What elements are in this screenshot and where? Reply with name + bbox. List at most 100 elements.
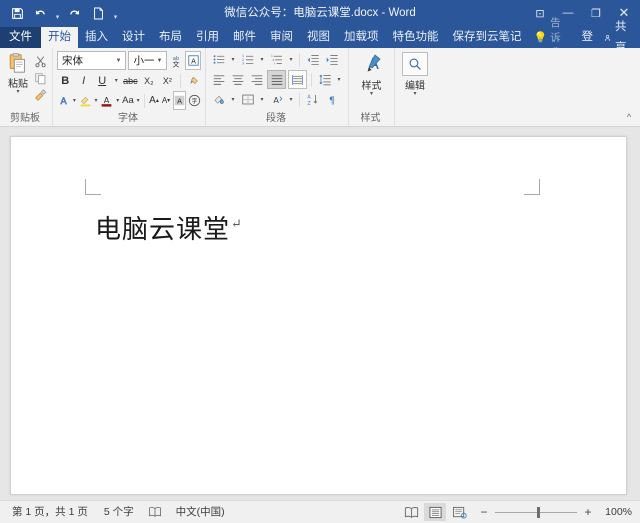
borders-dropdown-icon[interactable]: ▾ <box>258 91 266 108</box>
subscript-button[interactable]: X₂ <box>141 72 157 89</box>
zoom-level-label[interactable]: 100% <box>599 506 632 518</box>
paste-dropdown-icon[interactable]: ▾ <box>16 90 19 95</box>
styles-dropdown-icon[interactable]: ▾ <box>370 92 373 97</box>
tab-insert[interactable]: 插入 <box>78 27 115 48</box>
text-effects-icon[interactable]: A <box>57 92 70 109</box>
multilevel-list-icon[interactable]: 1ai <box>268 51 285 68</box>
change-case-button[interactable]: Aa <box>122 92 134 109</box>
word-count[interactable]: 5 个字 <box>96 502 142 522</box>
tab-review[interactable]: 审阅 <box>263 27 300 48</box>
tab-view[interactable]: 视图 <box>300 27 337 48</box>
phonetic-guide-icon[interactable]: ab文 <box>169 52 183 69</box>
language-indicator[interactable]: 中文(中国) <box>168 502 233 522</box>
tab-design[interactable]: 设计 <box>115 27 152 48</box>
new-document-icon[interactable] <box>87 3 109 23</box>
proofing-icon[interactable] <box>142 506 168 518</box>
paragraph-separator-2 <box>311 73 312 87</box>
tab-mailings[interactable]: 邮件 <box>226 27 263 48</box>
multilevel-list-dropdown-icon[interactable]: ▾ <box>287 51 295 68</box>
zoom-in-button[interactable]: + <box>582 506 594 518</box>
paste-button[interactable]: 粘贴 ▾ <box>4 51 32 103</box>
zoom-slider-thumb[interactable] <box>537 507 540 518</box>
view-print-layout-button[interactable] <box>424 503 446 521</box>
line-spacing-dropdown-icon[interactable]: ▾ <box>335 71 343 88</box>
sort-icon[interactable]: AZ <box>304 91 321 108</box>
asian-layout-dropdown-icon[interactable]: ▾ <box>287 91 295 108</box>
tab-layout[interactable]: 布局 <box>152 27 189 48</box>
paragraph-row-2: ▾ <box>210 70 344 89</box>
format-painter-icon[interactable] <box>32 87 48 103</box>
share-button[interactable]: 共享 <box>600 27 637 48</box>
line-spacing-icon[interactable] <box>316 71 333 88</box>
change-case-dropdown-icon[interactable]: ▾ <box>136 92 141 109</box>
shading-dropdown-icon[interactable]: ▾ <box>229 91 237 108</box>
grow-font-button[interactable]: A▴ <box>149 92 159 109</box>
superscript-button[interactable]: X² <box>159 72 175 89</box>
redo-icon[interactable] <box>64 3 86 23</box>
editing-dropdown-icon[interactable]: ▾ <box>413 92 416 97</box>
text-effects-dropdown-icon[interactable]: ▾ <box>72 92 77 109</box>
tab-references[interactable]: 引用 <box>189 27 226 48</box>
character-border-icon[interactable]: A <box>185 51 201 70</box>
tab-features[interactable]: 特色功能 <box>386 27 446 48</box>
increase-indent-icon[interactable] <box>323 51 340 68</box>
svg-text:i: i <box>274 61 275 65</box>
maximize-button[interactable]: ❐ <box>582 1 610 25</box>
quick-access-toolbar: ▾ ▾ <box>0 1 121 25</box>
tab-file[interactable]: 文件 <box>0 27 41 48</box>
page-indicator[interactable]: 第 1 页，共 1 页 <box>4 502 96 522</box>
shrink-font-button[interactable]: A▾ <box>161 92 171 109</box>
font-size-combo[interactable]: 小一 ▼ <box>128 51 167 70</box>
tab-save-to-cloud-note[interactable]: 保存到云笔记 <box>446 27 529 48</box>
font-color-icon[interactable]: A <box>100 92 113 109</box>
font-name-combo[interactable]: 宋体 ▼ <box>57 51 126 70</box>
tab-home[interactable]: 开始 <box>41 27 78 48</box>
justify-icon[interactable] <box>267 70 286 89</box>
document-text[interactable]: 电脑云课堂↵ <box>95 209 243 246</box>
align-center-icon[interactable] <box>229 71 246 88</box>
editing-button[interactable]: 编辑 ▾ <box>399 51 431 97</box>
collapse-ribbon-icon[interactable]: ^ <box>622 110 636 124</box>
clear-formatting-icon[interactable]: A <box>185 72 201 89</box>
undo-dropdown-icon[interactable]: ▾ <box>52 1 63 25</box>
view-web-layout-button[interactable] <box>448 503 470 521</box>
italic-button[interactable]: I <box>75 72 91 89</box>
highlight-dropdown-icon[interactable]: ▾ <box>94 92 99 109</box>
bold-button[interactable]: B <box>57 72 73 89</box>
distribute-icon[interactable] <box>288 70 307 89</box>
strikethrough-button[interactable]: abc <box>122 72 138 89</box>
sign-in-button[interactable]: 登录 <box>574 27 600 48</box>
borders-icon[interactable] <box>239 91 256 108</box>
zoom-slider[interactable] <box>495 512 577 513</box>
font-color-dropdown-icon[interactable]: ▾ <box>115 92 120 109</box>
align-left-icon[interactable] <box>210 71 227 88</box>
save-icon[interactable] <box>6 3 28 23</box>
font-row-2: B I U ▾ abc X₂ X² A <box>57 72 201 89</box>
enclose-characters-icon[interactable]: 字 <box>188 92 201 109</box>
document-page[interactable]: 电脑云课堂↵ <box>10 136 627 495</box>
decrease-indent-icon[interactable] <box>304 51 321 68</box>
undo-icon[interactable] <box>29 3 51 23</box>
align-right-icon[interactable] <box>248 71 265 88</box>
customize-qat-icon[interactable]: ▾ <box>110 1 121 25</box>
styles-button[interactable]: A 样式 ▾ <box>355 51 389 97</box>
tell-me-search[interactable]: 💡 告诉我... <box>529 27 575 48</box>
cut-icon[interactable] <box>32 53 48 69</box>
font-size-caret-icon[interactable]: ▼ <box>154 58 164 64</box>
copy-icon[interactable] <box>32 70 48 86</box>
asian-layout-icon[interactable]: A <box>268 91 285 108</box>
view-read-mode-button[interactable] <box>400 503 422 521</box>
text-highlight-icon[interactable] <box>79 92 92 109</box>
bullet-list-dropdown-icon[interactable]: ▾ <box>229 51 237 68</box>
zoom-out-button[interactable]: − <box>478 506 490 518</box>
numbered-list-icon[interactable]: 123 <box>239 51 256 68</box>
character-shading-icon[interactable]: A <box>173 91 186 110</box>
bullet-list-icon[interactable] <box>210 51 227 68</box>
underline-dropdown-icon[interactable]: ▾ <box>112 72 120 89</box>
tab-addins[interactable]: 加载项 <box>337 27 386 48</box>
font-name-caret-icon[interactable]: ▼ <box>114 58 124 64</box>
numbered-list-dropdown-icon[interactable]: ▾ <box>258 51 266 68</box>
shading-icon[interactable] <box>210 91 227 108</box>
show-paragraph-marks-icon[interactable]: ¶ <box>323 91 340 108</box>
underline-button[interactable]: U <box>94 72 110 89</box>
